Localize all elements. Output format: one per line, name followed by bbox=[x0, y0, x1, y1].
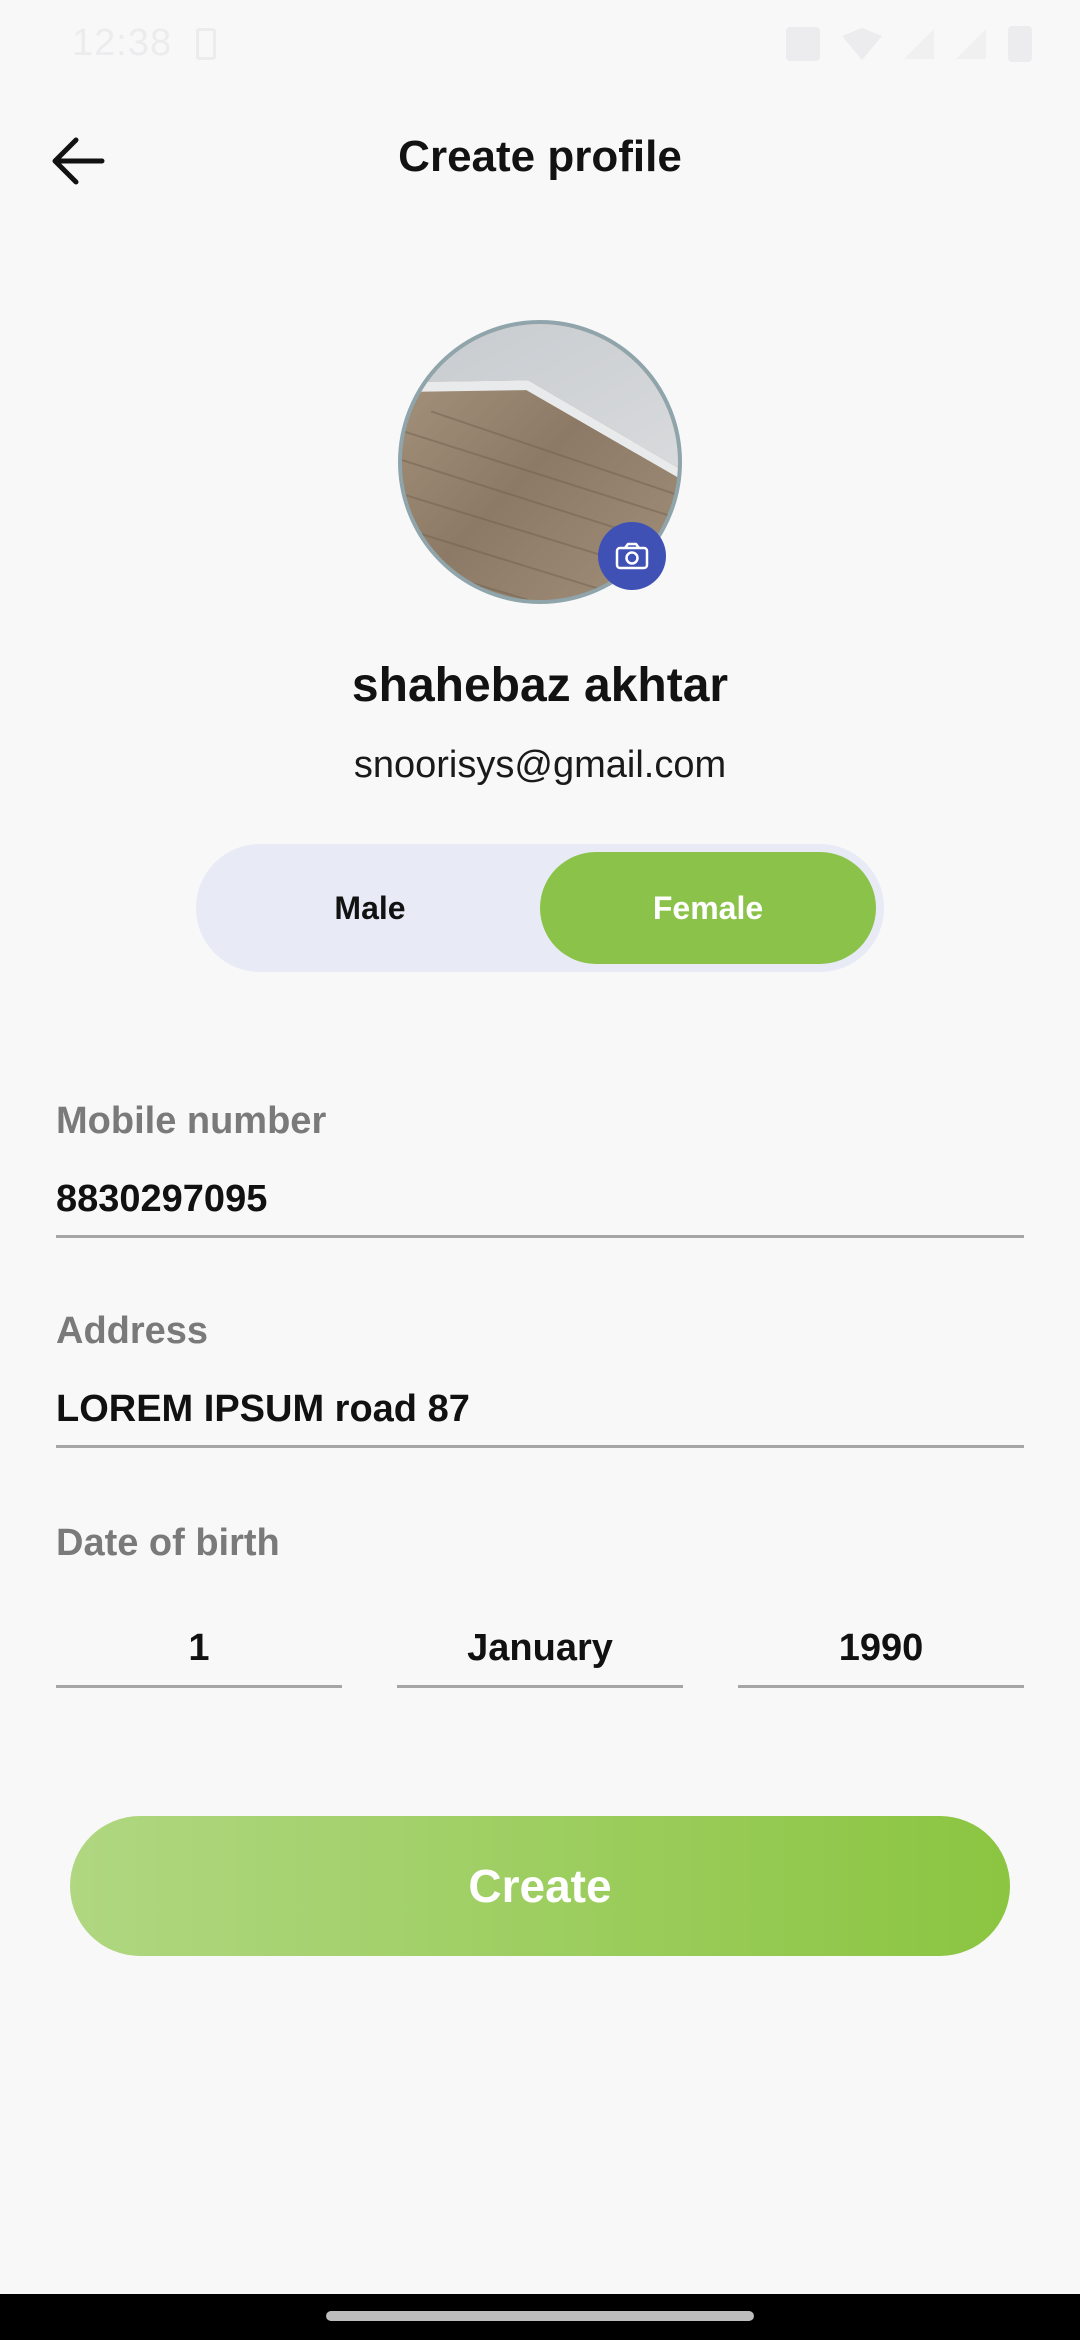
mobile-number-label: Mobile number bbox=[56, 1100, 327, 1142]
profile-name: shahebaz akhtar bbox=[351, 659, 729, 712]
date-of-birth-label: Date of birth bbox=[56, 1522, 280, 1564]
gender-option-female[interactable]: Female bbox=[540, 852, 876, 964]
top-app-bar: Create profile bbox=[0, 110, 1080, 210]
signal-icon bbox=[956, 29, 986, 59]
gender-option-male[interactable]: Male bbox=[202, 852, 538, 964]
signal-icon bbox=[904, 29, 934, 59]
mobile-number-field[interactable] bbox=[56, 1164, 1024, 1238]
status-bar: 12:38 bbox=[0, 0, 1080, 92]
change-photo-button[interactable] bbox=[598, 522, 666, 590]
home-indicator[interactable] bbox=[326, 2311, 754, 2321]
profile-email: snoorisys@gmail.com bbox=[353, 744, 727, 786]
battery-icon bbox=[1008, 26, 1032, 62]
address-field[interactable] bbox=[56, 1374, 1024, 1448]
dob-day-field[interactable] bbox=[56, 1612, 342, 1688]
navigation-bar bbox=[0, 2294, 1080, 2340]
sim-card-icon bbox=[196, 28, 216, 60]
address-label: Address bbox=[56, 1310, 209, 1352]
status-time: 12:38 bbox=[72, 22, 173, 64]
camera-icon bbox=[615, 542, 649, 570]
wifi-icon bbox=[842, 28, 882, 60]
nfc-icon bbox=[786, 27, 820, 61]
dob-month-field[interactable] bbox=[397, 1612, 683, 1688]
create-button[interactable]: Create bbox=[70, 1816, 1010, 1956]
gender-toggle: Male Female bbox=[196, 844, 884, 972]
page-title: Create profile bbox=[398, 132, 682, 181]
dob-year-field[interactable] bbox=[738, 1612, 1024, 1688]
status-icons bbox=[786, 26, 1032, 62]
